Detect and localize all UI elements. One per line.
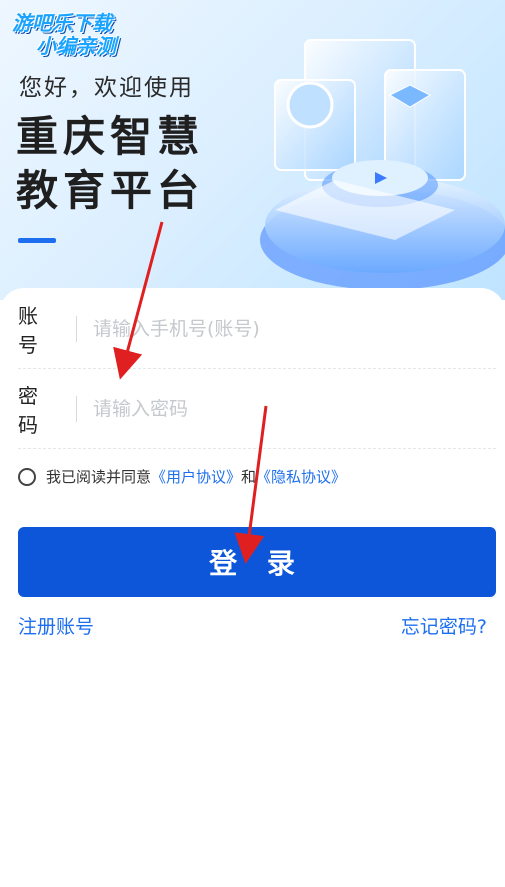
account-divider [76,316,77,342]
account-label: 账 号 [18,304,44,357]
platform-title: 重庆智慧教育平台 [16,112,205,215]
platform-illustration [260,39,505,290]
password-label: 密 码 [18,384,44,437]
register-link[interactable]: 注册账号 [18,612,94,639]
privacy-agreement-link[interactable]: 《隐私协议》 [256,466,346,487]
title-accent-bar [18,238,56,243]
agreement-row: 我已阅读并同意 《用户协议》 和 《隐私协议》 [18,466,346,487]
password-divider [76,396,77,422]
agreement-radio[interactable] [18,467,36,486]
agreement-and-text: 和 [241,468,257,486]
hero-banner: 游吧乐下载 小编亲测 您好，欢迎使用 重庆智慧教育平台 [0,0,505,300]
login-button[interactable]: 登 录 [18,527,496,597]
agreement-text: 我已阅读并同意 [46,468,152,486]
watermark-logo: 游吧乐下载 小编亲测 [12,12,148,58]
password-field-row: 密 码 [18,370,496,449]
user-agreement-link[interactable]: 《用户协议》 [151,466,241,487]
account-field-row: 账 号 [18,290,496,369]
watermark-line1: 游吧乐下载 [12,11,112,35]
account-input[interactable] [91,317,496,341]
watermark-line2: 小编亲测 [36,34,116,58]
forgot-password-link[interactable]: 忘记密码? [401,612,487,639]
greeting-text: 您好，欢迎使用 [19,75,194,101]
password-input[interactable] [91,397,496,421]
